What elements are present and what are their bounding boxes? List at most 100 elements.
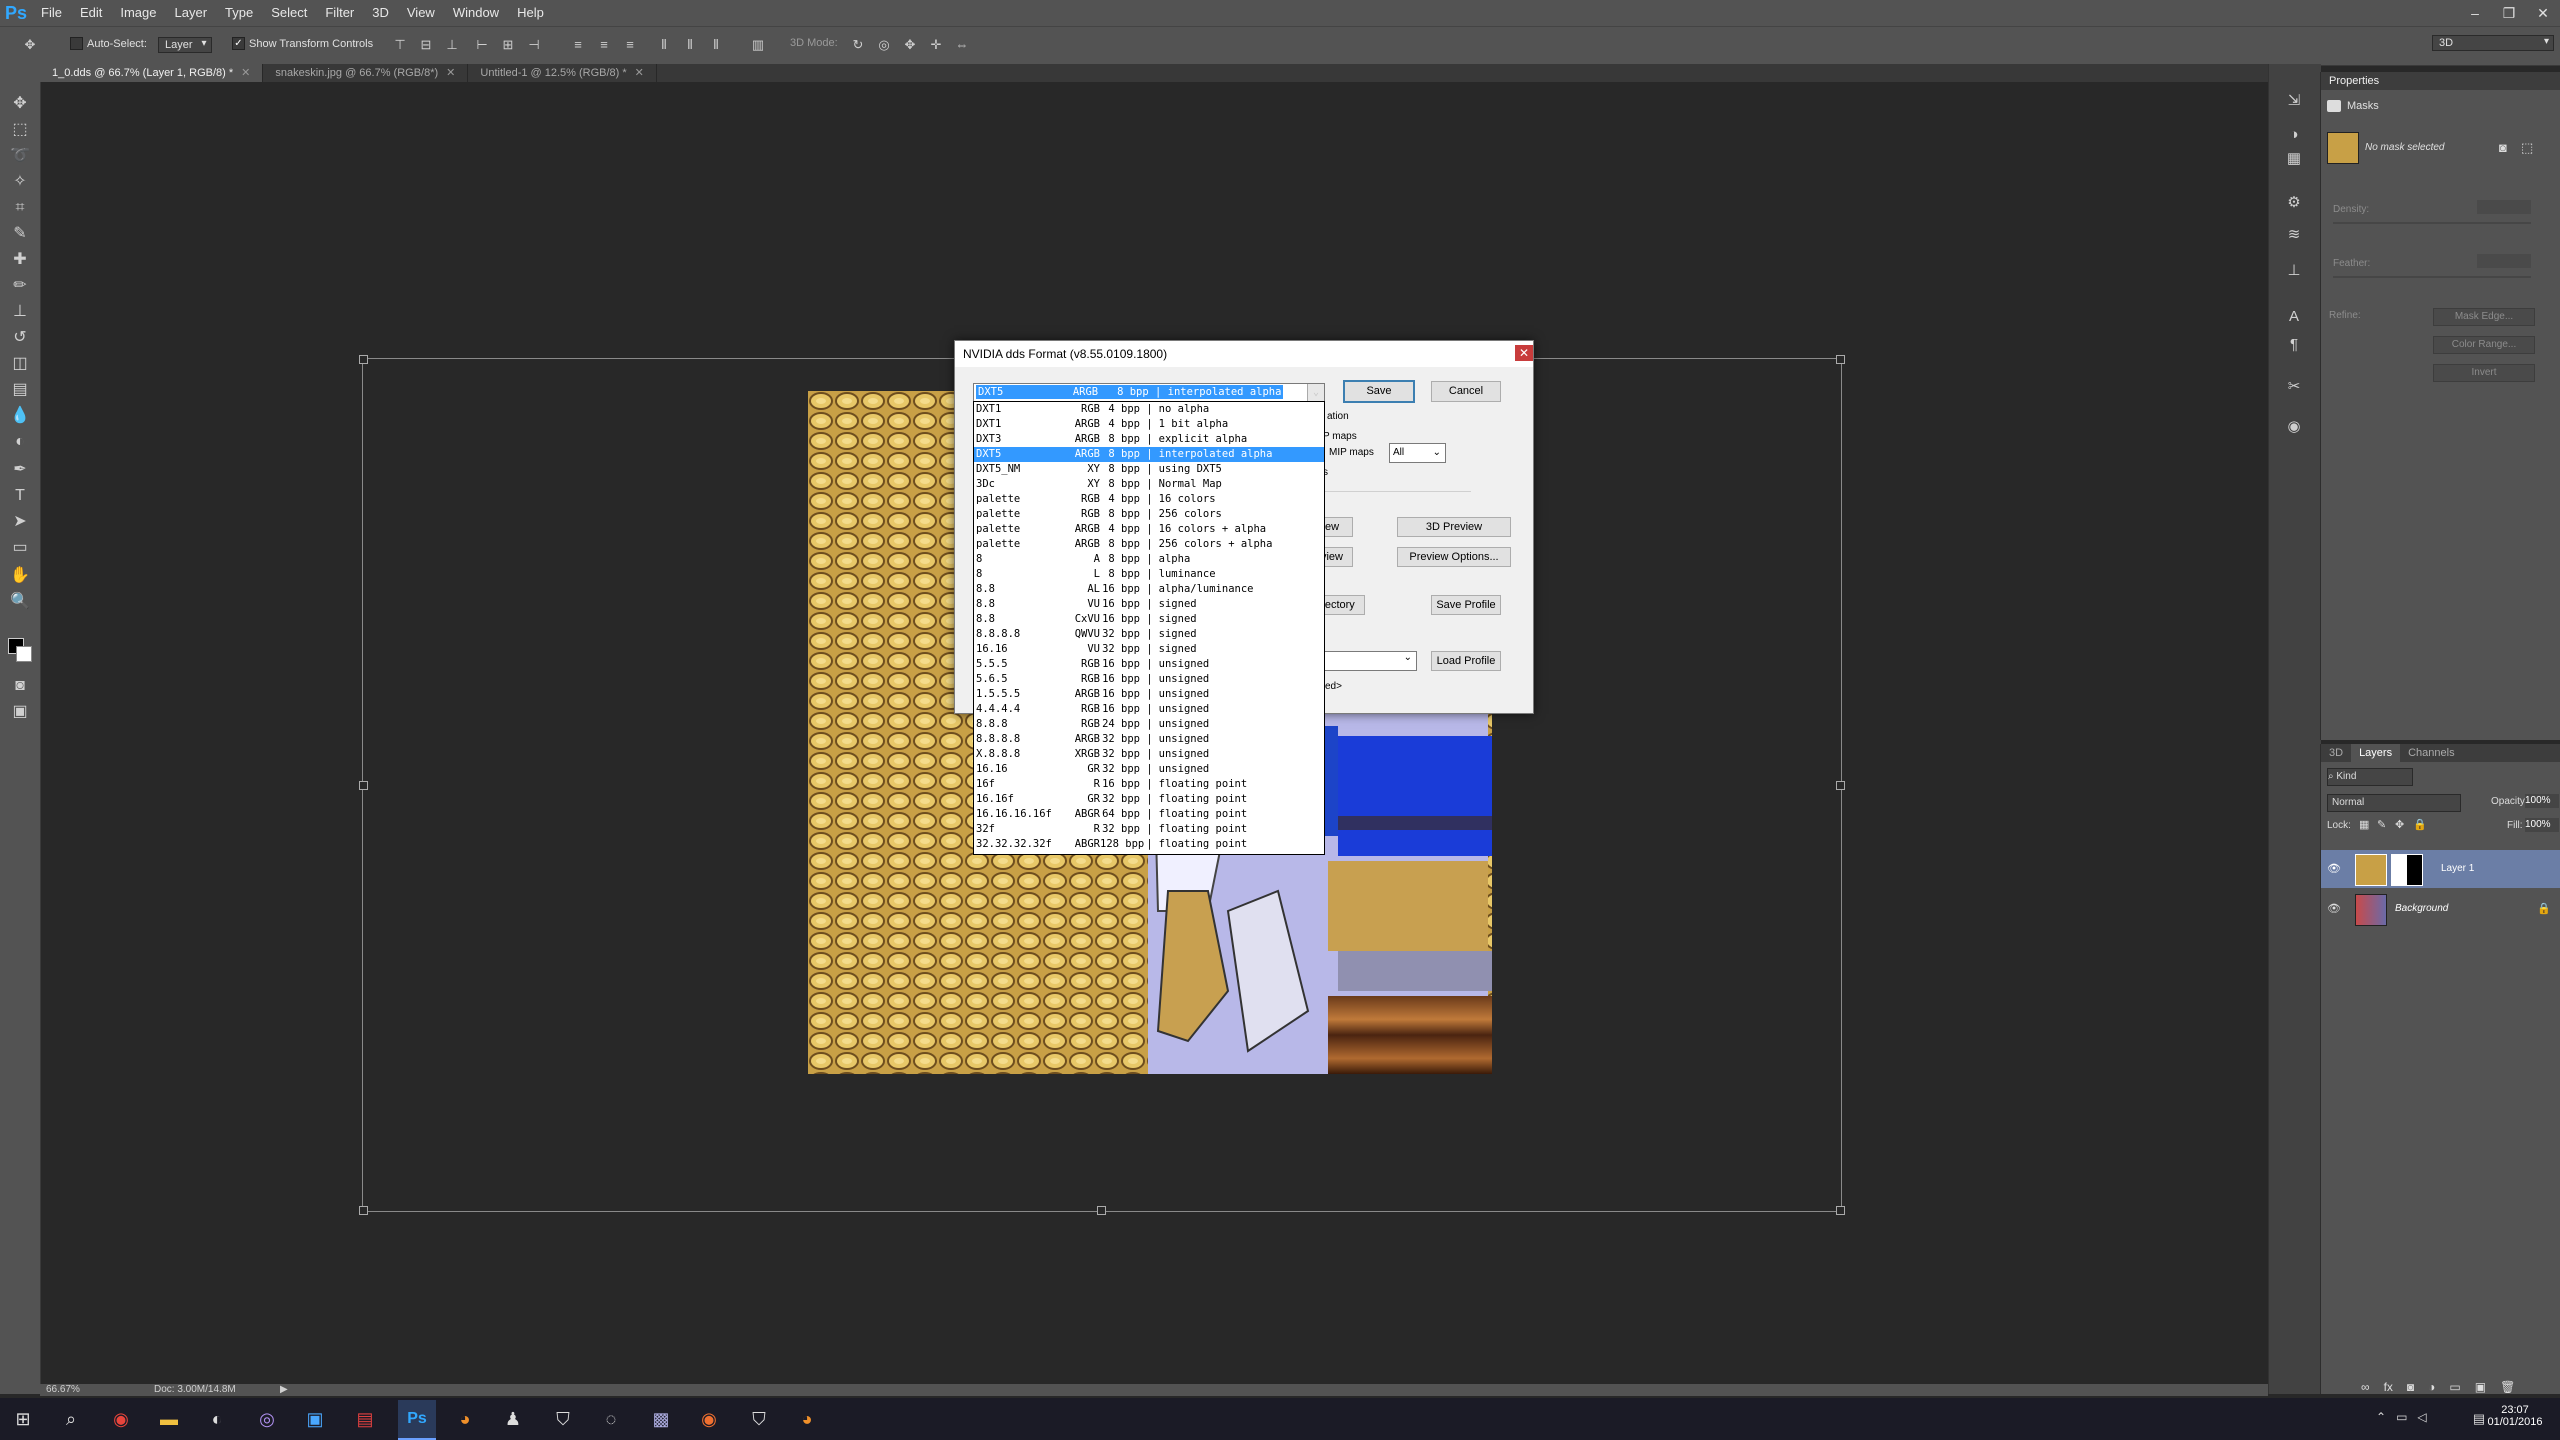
align-right-icon[interactable]: ⊣ [526,37,542,53]
distribute-left-icon[interactable]: ⦀ [656,37,672,53]
app-icon[interactable]: ⛉ [548,1404,578,1434]
3d-icon[interactable]: ◉ [2283,416,2305,438]
format-option[interactable]: 8 A 8 bpp | alpha [974,552,1324,567]
lock-image-icon[interactable]: ✎ [2377,818,2386,831]
fx-icon[interactable]: fx [2384,1380,2393,1394]
clone-source-icon[interactable]: ⊥ [2283,260,2305,282]
layer-name[interactable]: Background [2395,903,2448,914]
new-group-icon[interactable]: ▭ [2449,1380,2460,1394]
3d-pan-icon[interactable]: ✥ [902,37,918,53]
3d-rotate-icon[interactable]: ↻ [850,37,866,53]
menu-3d[interactable]: 3D [363,0,398,26]
layer-row-background[interactable]: 👁 Background 🔒 [2321,890,2560,928]
add-vector-mask-icon[interactable]: ⬚ [2521,140,2533,156]
minimize-button[interactable]: – [2458,0,2492,26]
3d-scale-icon[interactable]: ⇔ [954,37,970,53]
format-option[interactable]: 4.4.4.4 RGB 16 bpp | unsigned [974,702,1324,717]
show-transform-checkbox[interactable] [232,37,245,50]
format-option[interactable]: palette ARGB 8 bpp | 256 colors + alpha [974,537,1324,552]
move-tool-icon[interactable]: ✥ [8,92,32,116]
app-icon[interactable]: ▣ [300,1404,330,1434]
color-range-button[interactable]: Color Range... [2433,336,2535,354]
format-option[interactable]: 32f R 32 bpp | floating point [974,822,1324,837]
brush-settings-icon[interactable]: ≋ [2283,224,2305,246]
app-icon[interactable]: ▤ [350,1404,380,1434]
align-vcenter-icon[interactable]: ⊟ [418,37,434,53]
photoshop-logo[interactable]: Ps [0,0,32,26]
restore-button[interactable]: ❐ [2492,0,2526,26]
lock-all-icon[interactable]: 🔒 [2413,818,2427,831]
lock-position-icon[interactable]: ✥ [2395,818,2404,831]
menu-type[interactable]: Type [216,0,262,26]
chrome-icon[interactable]: ◉ [106,1404,136,1434]
healing-brush-tool-icon[interactable]: ✚ [8,248,32,272]
format-option[interactable]: 8.8.8.8 QWVU 32 bpp | signed [974,627,1324,642]
format-option[interactable]: 8.8.8.8 ARGB 32 bpp | unsigned [974,732,1324,747]
density-field[interactable] [2477,200,2531,214]
app-icon[interactable]: ◎ [252,1404,282,1434]
screen-mode-icon[interactable]: ▣ [8,700,32,724]
distribute-hcenter-icon[interactable]: ⦀ [682,37,698,53]
eyedropper-tool-icon[interactable]: ✎ [8,222,32,246]
actions-icon[interactable]: ⚙ [2283,192,2305,214]
path-selection-tool-icon[interactable]: ➤ [8,510,32,534]
tab-channels[interactable]: Channels [2400,744,2462,762]
auto-select-dropdown[interactable]: Layer [158,37,212,53]
format-option[interactable]: X.8.8.8 XRGB 32 bpp | unsigned [974,747,1324,762]
menu-select[interactable]: Select [262,0,316,26]
save-profile-button[interactable]: Save Profile [1431,595,1501,615]
dialog-close-button[interactable]: ✕ [1515,345,1533,361]
menu-layer[interactable]: Layer [166,0,217,26]
mask-edge-button[interactable]: Mask Edge... [2433,308,2535,326]
properties-tab[interactable]: Properties [2321,72,2560,90]
distribute-right-icon[interactable]: ⦀ [708,37,724,53]
status-menu-arrow-icon[interactable]: ▶ [280,1384,288,1395]
menu-help[interactable]: Help [508,0,553,26]
character-icon[interactable]: A [2283,306,2305,328]
transform-handle[interactable] [359,781,368,790]
preview-options-button[interactable]: Preview Options... [1397,547,1511,567]
app-icon[interactable]: ⛉ [744,1404,774,1434]
steam-icon[interactable]: ◐ [202,1404,232,1434]
crop-tool-icon[interactable]: ⌗ [8,196,32,220]
format-option[interactable]: palette RGB 4 bpp | 16 colors [974,492,1324,507]
blender-icon[interactable]: ◕ [792,1404,822,1434]
align-left-icon[interactable]: ⊢ [474,37,490,53]
close-tab-icon[interactable]: ✕ [241,67,250,79]
menu-view[interactable]: View [398,0,444,26]
tool-presets-icon[interactable]: ✂ [2283,376,2305,398]
invert-button[interactable]: Invert [2433,364,2535,382]
styles-icon[interactable]: ▦ [2283,148,2305,170]
close-tab-icon[interactable]: ✕ [635,67,644,79]
format-option[interactable]: 3Dc XY 8 bpp | Normal Map [974,477,1324,492]
density-slider[interactable] [2333,222,2531,224]
search-icon[interactable]: ⌕ [56,1404,86,1434]
transform-handle[interactable] [1097,1206,1106,1215]
volume-icon[interactable]: ◁ [2417,1410,2426,1424]
blend-mode-dropdown[interactable]: Normal [2327,794,2461,812]
layer-filter-kind[interactable]: Kind [2336,771,2356,782]
marquee-tool-icon[interactable]: ⬚ [8,118,32,142]
link-layers-icon[interactable]: ∞ [2361,1380,2370,1394]
visibility-eye-icon[interactable]: 👁 [2327,902,2341,915]
mip-maps-dropdown[interactable]: All ⌄ [1389,443,1446,463]
save-button[interactable]: Save [1343,380,1415,403]
chevron-down-icon[interactable]: ⌄ [1307,384,1324,401]
distribute-bottom-icon[interactable]: ≡ [622,37,638,53]
eraser-tool-icon[interactable]: ◫ [8,352,32,376]
cancel-button[interactable]: Cancel [1431,381,1501,402]
format-option[interactable]: 16.16f GR 32 bpp | floating point [974,792,1324,807]
move-tool-preset-icon[interactable]: ✥ [22,37,38,53]
format-option[interactable]: 16.16 GR 32 bpp | unsigned [974,762,1324,777]
tab-untitled-1[interactable]: Untitled-1 @ 12.5% (RGB/8) * ✕ [468,64,657,82]
workspace-dropdown[interactable]: 3D [2432,35,2554,51]
format-option[interactable]: DXT5 ARGB 8 bpp | interpolated alpha [974,447,1324,462]
lasso-tool-icon[interactable]: ➰ [8,144,32,168]
format-option[interactable]: 8.8 VU 16 bpp | signed [974,597,1324,612]
file-explorer-icon[interactable]: ▬ [154,1404,184,1434]
feather-field[interactable] [2477,254,2531,268]
3d-preview-button[interactable]: 3D Preview [1397,517,1511,537]
add-pixel-mask-icon[interactable]: ◙ [2499,140,2507,155]
menu-window[interactable]: Window [444,0,508,26]
blur-tool-icon[interactable]: 💧 [8,404,32,428]
